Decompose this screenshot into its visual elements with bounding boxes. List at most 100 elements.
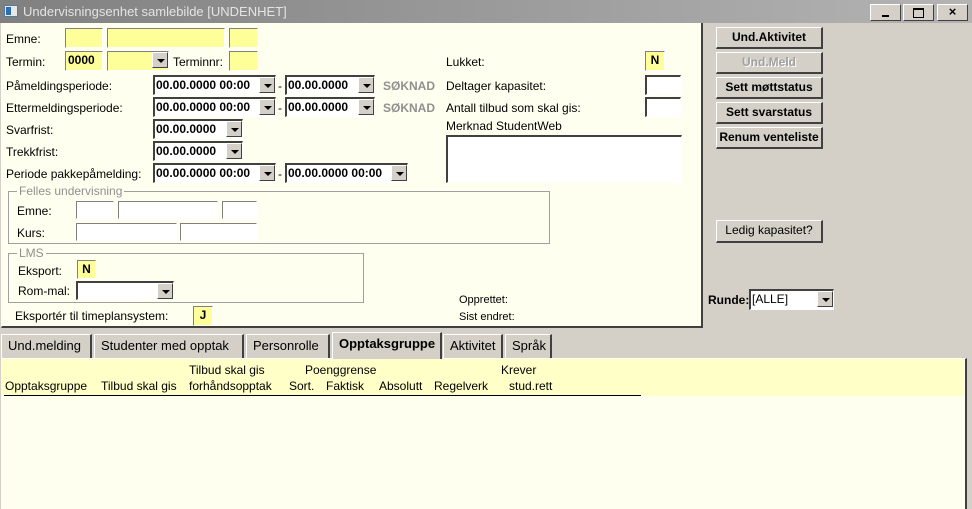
chevron-down-icon[interactable] <box>391 165 407 181</box>
ledig-kapasitet-button[interactable]: Ledig kapasitet? <box>716 220 823 243</box>
emne-version-field[interactable] <box>229 28 258 48</box>
range-dash: - <box>278 101 282 115</box>
felles-emne-code-field[interactable] <box>76 201 114 219</box>
sett-svarstatus-button[interactable]: Sett svarstatus <box>716 102 823 124</box>
col-absolutt[interactable]: Absolutt <box>379 379 422 393</box>
lukket-label: Lukket: <box>446 55 485 69</box>
tab-opptaksgruppe[interactable]: Opptaksgruppe <box>332 332 442 359</box>
chevron-down-icon[interactable] <box>152 52 168 68</box>
maximize-icon <box>913 8 924 18</box>
close-button[interactable]: × <box>937 4 968 21</box>
lms-eksport-label: Eksport: <box>18 264 63 278</box>
table-header: Tilbud skal gis Poenggrense Krever Oppta… <box>1 359 964 396</box>
svarfrist-select[interactable]: 00.00.0000 <box>153 119 243 139</box>
chevron-down-icon[interactable] <box>226 143 242 159</box>
termin-season-select[interactable] <box>107 51 169 71</box>
col-group-poenggrense: Poenggrense <box>305 363 377 377</box>
tab-personrolle[interactable]: Personrolle <box>246 334 330 358</box>
timeplan-field[interactable]: J <box>193 306 213 326</box>
kapasitet-label: Deltager kapasitet: <box>446 79 547 93</box>
emne-label: Emne: <box>6 32 41 46</box>
renum-venteliste-button[interactable]: Renum venteliste <box>716 127 823 149</box>
ettermelding-from-select[interactable]: 00.00.0000 00:00 <box>153 97 276 117</box>
terminnr-field[interactable] <box>229 51 258 71</box>
trekkfrist-select[interactable]: 00.00.0000 <box>153 141 243 161</box>
tab-aktivitet[interactable]: Aktivitet <box>443 334 503 358</box>
chevron-down-icon[interactable] <box>259 165 275 181</box>
pamelding-to-select[interactable]: 00.00.0000 <box>285 75 375 95</box>
timeplan-label: Eksportér til timeplansystem: <box>15 309 169 323</box>
termin-label: Termin: <box>6 55 46 69</box>
tab-studenter-med-opptak[interactable]: Studenter med opptak <box>94 334 244 358</box>
window-title: Undervisningsenhet samlebilde [UNDENHET] <box>23 4 287 19</box>
lms-eksport-field[interactable]: N <box>77 260 96 279</box>
chevron-down-icon[interactable] <box>817 291 833 307</box>
col-faktisk[interactable]: Faktisk <box>326 379 364 393</box>
und-meld-button[interactable]: Und.Meld <box>716 52 823 74</box>
runde-label: Runde: <box>708 293 750 307</box>
merknad-label: Merknad StudentWeb <box>446 119 562 133</box>
felles-emne-label: Emne: <box>17 204 52 218</box>
tab-und-melding[interactable]: Und.melding <box>1 334 92 358</box>
col-forhandsopptak[interactable]: forhåndsopptak <box>189 379 272 393</box>
chevron-down-icon[interactable] <box>226 121 242 137</box>
col-tilbud-skal-gis[interactable]: Tilbud skal gis <box>101 379 177 393</box>
pakke-label: Periode pakkepåmelding: <box>6 167 142 181</box>
antall-label: Antall tilbud som skal gis: <box>446 101 581 115</box>
felles-kurs-label: Kurs: <box>17 226 46 240</box>
pakke-from-select[interactable]: 00.00.0000 00:00 <box>153 163 276 183</box>
sett-mottstatus-button[interactable]: Sett møttstatus <box>716 77 823 99</box>
felles-kurs-code-field[interactable] <box>76 223 177 241</box>
felles-undervisning-group: Felles undervisning Emne: Kurs: <box>8 184 550 244</box>
lms-rommal-label: Rom-mal: <box>18 284 71 298</box>
range-dash: - <box>278 79 282 93</box>
col-stud-rett[interactable]: stud.rett <box>509 379 552 393</box>
runde-select[interactable]: [ALLE] <box>749 289 834 310</box>
header-divider <box>4 395 641 396</box>
col-group-tilbud: Tilbud skal gis <box>189 363 265 377</box>
chevron-down-icon[interactable] <box>358 77 374 93</box>
tab-sprak[interactable]: Språk <box>505 334 552 358</box>
pakke-to-select[interactable]: 00.00.0000 00:00 <box>285 163 408 183</box>
pamelding-from-select[interactable]: 00.00.0000 00:00 <box>153 75 276 95</box>
minimize-button[interactable] <box>870 4 901 21</box>
lms-rommal-select[interactable] <box>76 281 174 300</box>
pamelding-soknad-label: SØKNAD <box>383 79 436 93</box>
col-group-krever: Krever <box>501 363 537 377</box>
und-aktivitet-button[interactable]: Und.Aktivitet <box>716 27 823 49</box>
ettermelding-soknad-label: SØKNAD <box>383 101 436 115</box>
kapasitet-field[interactable] <box>645 75 681 95</box>
svarfrist-label: Svarfrist: <box>6 123 54 137</box>
pamelding-label: Påmeldingsperiode: <box>6 79 113 93</box>
minimize-icon <box>882 15 889 17</box>
main-form-panel: Emne: Termin: 0000 Terminnr: Påmeldingsp… <box>1 23 703 328</box>
antall-field[interactable] <box>645 97 681 117</box>
felles-kurs-term-field[interactable] <box>180 223 257 241</box>
felles-emne-version-field[interactable] <box>222 201 257 219</box>
lms-group: LMS Eksport: N Rom-mal: <box>8 246 364 303</box>
opptaksgruppe-table: Tilbud skal gis Poenggrense Krever Oppta… <box>1 358 967 509</box>
lukket-field[interactable]: N <box>645 51 665 71</box>
emne-name-field[interactable] <box>107 28 225 48</box>
felles-emne-name-field[interactable] <box>118 201 218 219</box>
close-icon: × <box>948 4 957 19</box>
col-sort[interactable]: Sort. <box>289 379 314 393</box>
chevron-down-icon[interactable] <box>259 99 275 115</box>
app-icon <box>4 5 18 17</box>
col-regelverk[interactable]: Regelverk <box>434 379 488 393</box>
col-opptaksgruppe[interactable]: Opptaksgruppe <box>5 379 87 393</box>
terminnr-label: Terminnr: <box>173 55 224 69</box>
trekkfrist-label: Trekkfrist: <box>6 145 59 159</box>
termin-year-field[interactable]: 0000 <box>65 51 103 71</box>
title-bar: Undervisningsenhet samlebilde [UNDENHET]… <box>0 0 972 23</box>
ettermelding-to-select[interactable]: 00.00.0000 <box>285 97 375 117</box>
merknad-textarea[interactable] <box>446 135 682 183</box>
opprettet-label: Opprettet: <box>459 294 508 306</box>
maximize-button[interactable] <box>903 4 934 21</box>
emne-code-field[interactable] <box>65 28 103 48</box>
sist-endret-label: Sist endret: <box>459 311 515 323</box>
chevron-down-icon[interactable] <box>157 283 173 299</box>
chevron-down-icon[interactable] <box>259 77 275 93</box>
lms-legend: LMS <box>17 246 46 260</box>
chevron-down-icon[interactable] <box>358 99 374 115</box>
